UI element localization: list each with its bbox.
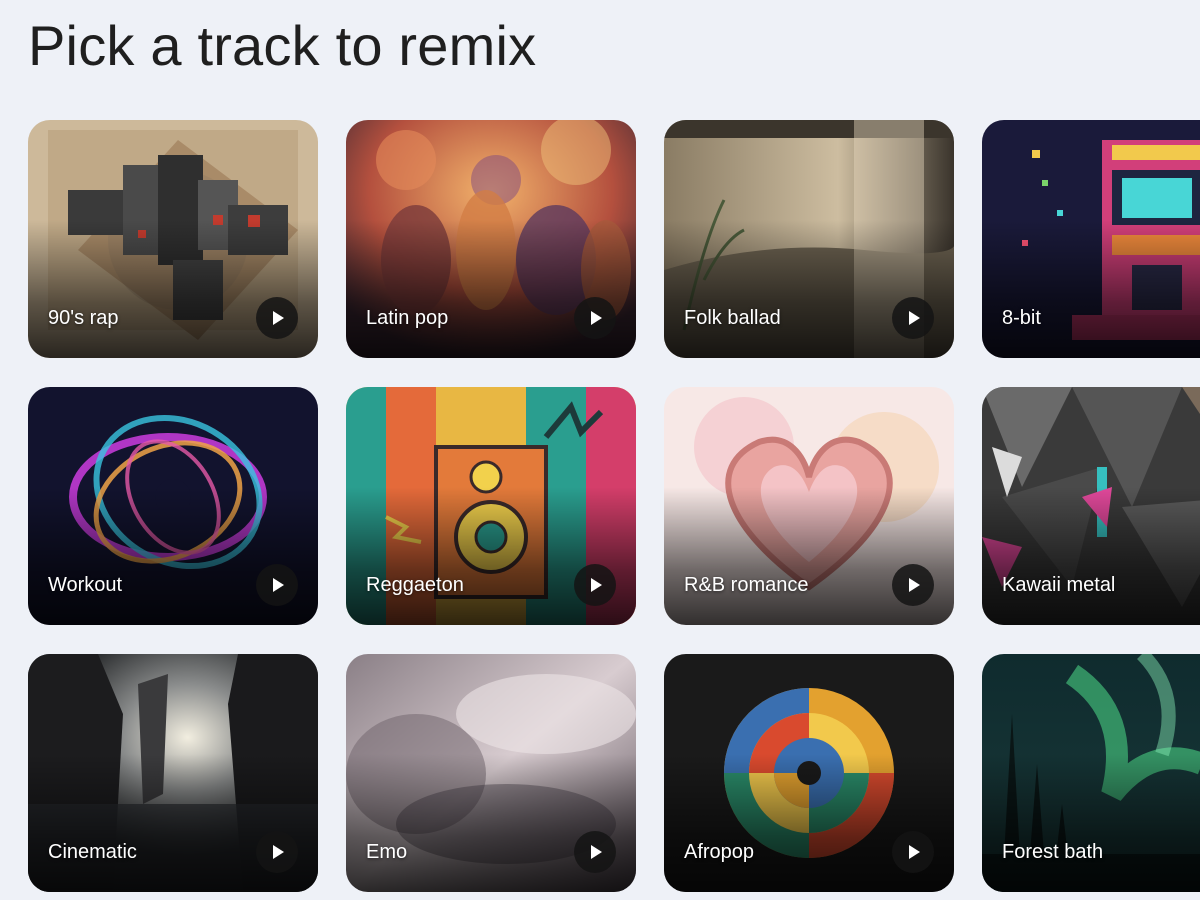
play-button[interactable] — [256, 564, 298, 606]
play-button[interactable] — [892, 297, 934, 339]
track-label: R&B romance — [684, 574, 809, 596]
track-label: Latin pop — [366, 307, 449, 329]
track-card-workout[interactable]: Workout — [28, 387, 318, 625]
track-label: Forest bath — [1002, 841, 1104, 863]
play-icon — [909, 311, 920, 325]
track-label: Cinematic — [48, 841, 137, 863]
track-label: Afropop — [684, 841, 755, 863]
track-label: Folk ballad — [684, 307, 781, 329]
track-card-folk-ballad[interactable]: Folk ballad — [664, 120, 954, 358]
play-button[interactable] — [574, 564, 616, 606]
play-icon — [909, 845, 920, 859]
play-icon — [273, 845, 284, 859]
play-button[interactable] — [892, 831, 934, 873]
track-card-90s-rap[interactable]: 90's rap — [28, 120, 318, 358]
track-label: Emo — [366, 841, 408, 863]
track-card-kawaii-metal[interactable]: Kawaii metal — [982, 387, 1200, 625]
track-grid: 90's rap Latin pop Folk ballad 8-bit Wor… — [28, 120, 1200, 892]
track-card-emo[interactable]: Emo — [346, 654, 636, 892]
track-card-8-bit[interactable]: 8-bit — [982, 120, 1200, 358]
remix-page: Pick a track to remix 90's rap Latin pop… — [0, 0, 1200, 900]
play-icon — [591, 311, 602, 325]
play-icon — [273, 578, 284, 592]
track-card-cinematic[interactable]: Cinematic — [28, 654, 318, 892]
track-card-afropop[interactable]: Afropop — [664, 654, 954, 892]
play-icon — [591, 845, 602, 859]
track-card-rnb-romance[interactable]: R&B romance — [664, 387, 954, 625]
track-card-reggaeton[interactable]: Reggaeton — [346, 387, 636, 625]
track-label: 8-bit — [1002, 307, 1041, 329]
play-button[interactable] — [574, 831, 616, 873]
track-label: Reggaeton — [366, 574, 464, 596]
play-button[interactable] — [256, 831, 298, 873]
play-icon — [909, 578, 920, 592]
play-button[interactable] — [256, 297, 298, 339]
track-label: Workout — [48, 574, 123, 596]
track-label: 90's rap — [48, 307, 119, 329]
track-card-forest-bath[interactable]: Forest bath — [982, 654, 1200, 892]
track-label: Kawaii metal — [1002, 574, 1116, 596]
play-icon — [273, 311, 284, 325]
play-button[interactable] — [574, 297, 616, 339]
track-card-latin-pop[interactable]: Latin pop — [346, 120, 636, 358]
page-title: Pick a track to remix — [28, 14, 537, 77]
play-button[interactable] — [892, 564, 934, 606]
play-icon — [591, 578, 602, 592]
